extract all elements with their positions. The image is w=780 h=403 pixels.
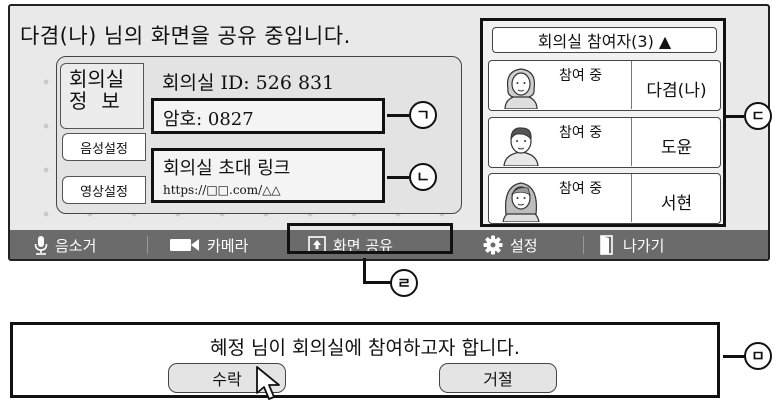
- camera-button[interactable]: 카메라: [170, 230, 249, 259]
- settings-button[interactable]: 설정: [483, 230, 538, 259]
- label-d-marker: ㄹ: [390, 269, 418, 297]
- share-screen-highlight: [287, 223, 453, 254]
- tab-video-settings[interactable]: 영상설정: [62, 176, 146, 204]
- leave-label: 나가기: [623, 236, 665, 255]
- participant-row: 참여 중 다겸(나): [488, 60, 721, 111]
- tab-meeting-info-line1: 회의실: [69, 67, 125, 91]
- password-box: 암호: 0827: [151, 98, 385, 134]
- participant-avatar-icon: [503, 127, 539, 166]
- participant-avatar-icon: [502, 182, 540, 222]
- invite-link-box[interactable]: 회의실 초대 링크 https://□□.com/△△: [151, 148, 385, 203]
- reject-button[interactable]: 거절: [439, 363, 557, 393]
- microphone-icon: [34, 236, 48, 255]
- label-a-marker: ㄱ: [409, 101, 437, 129]
- participant-status: 참여 중: [559, 68, 603, 84]
- camera-label: 카메라: [207, 236, 249, 255]
- label-c-marker: ㄷ: [744, 102, 772, 130]
- participant-avatar-icon: [504, 68, 538, 109]
- gear-icon: [483, 235, 503, 255]
- video-camera-icon: [170, 239, 199, 251]
- password-text: 암호: 0827: [163, 109, 254, 130]
- mouse-pointer-icon: [256, 366, 280, 400]
- tab-meeting-info-line2: 정보: [69, 89, 134, 113]
- invite-link-title: 회의실 초대 링크: [163, 158, 291, 179]
- participant-status: 참여 중: [559, 125, 603, 141]
- participant-row: 참여 중 도윤: [488, 117, 721, 168]
- label-b-connector: [387, 176, 409, 179]
- share-status-text: 다겸(나) 님의 화면을 공유 중입니다.: [20, 24, 351, 48]
- join-request-message: 혜정 님이 회의실에 참여하고자 합니다.: [210, 337, 520, 359]
- label-d-connector-h: [363, 281, 391, 284]
- tab-meeting-info[interactable]: 회의실 정보: [60, 63, 144, 129]
- participants-header[interactable]: 회의실 참여자(3) ▲: [492, 27, 717, 53]
- participant-name: 서현: [631, 174, 721, 222]
- label-a-connector: [387, 114, 409, 117]
- participant-name: 도윤: [631, 118, 721, 166]
- participant-name: 다겸(나): [631, 61, 721, 109]
- exit-door-icon: [600, 235, 613, 255]
- participant-status: 참여 중: [559, 181, 603, 197]
- leave-button[interactable]: 나가기: [600, 230, 665, 259]
- participants-panel: 회의실 참여자(3) ▲ 참여 중 다겸(나) 참여 중 도윤 참여 중 서현: [480, 18, 726, 227]
- settings-label: 설정: [510, 236, 538, 255]
- mute-label: 음소거: [55, 236, 97, 255]
- invite-link-url[interactable]: https://□□.com/△△: [163, 183, 373, 197]
- label-c-connector: [724, 115, 744, 118]
- toolbar-divider: [583, 236, 584, 254]
- label-e-connector: [723, 355, 745, 358]
- toolbar-divider: [147, 236, 148, 254]
- label-e-marker: ㅁ: [744, 342, 772, 370]
- join-request-dialog: 혜정 님이 회의실에 참여하고자 합니다. 수락 거절: [10, 322, 720, 398]
- room-id: 회의실 ID: 526 831: [162, 72, 335, 94]
- label-b-marker: ㄴ: [409, 163, 437, 191]
- tab-audio-settings[interactable]: 음성설정: [62, 133, 146, 161]
- mute-button[interactable]: 음소거: [34, 230, 97, 259]
- participant-row: 참여 중 서현: [488, 173, 721, 224]
